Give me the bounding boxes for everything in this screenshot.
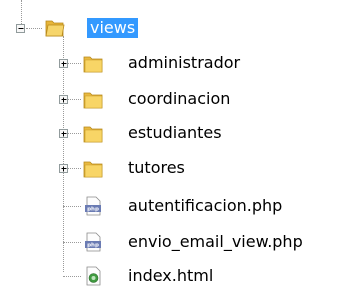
tree-item-label-coordinacion[interactable]: coordinacion (128, 89, 230, 109)
expand-toggle-tutores[interactable] (59, 164, 68, 173)
svg-text:php: php (87, 243, 99, 249)
tree-item-label-administrador[interactable]: administrador (128, 53, 240, 73)
folder-icon (83, 126, 103, 143)
html-file-icon (86, 266, 101, 286)
tree-branch-root (26, 28, 42, 29)
folder-open-icon (45, 20, 65, 37)
tree-item-label-index-html[interactable]: index.html (128, 266, 213, 286)
expand-toggle-coordinacion[interactable] (59, 95, 68, 104)
tree-guide-children (63, 36, 64, 272)
tree-branch (63, 242, 81, 243)
expand-toggle-administrador[interactable] (59, 59, 68, 68)
tree-item-label-tutores[interactable]: tutores (128, 158, 185, 178)
folder-icon (83, 92, 103, 109)
svg-text:php: php (87, 207, 99, 213)
tree-branch (63, 276, 81, 277)
tree-item-label-views[interactable]: views (87, 18, 139, 38)
tree-item-label-autentificacion-php[interactable]: autentificacion.php (128, 196, 282, 216)
folder-icon (83, 56, 103, 73)
tree-item-label-envio-email-view-php[interactable]: envio_email_view.php (128, 232, 303, 252)
expand-toggle-estudiantes[interactable] (59, 129, 68, 138)
tree-branch (63, 206, 81, 207)
tree-item-label-estudiantes[interactable]: estudiantes (128, 123, 222, 143)
file-tree: views administrador coordinacion estudiant… (0, 0, 346, 299)
php-file-icon: php (85, 232, 101, 252)
folder-icon (83, 161, 103, 178)
collapse-toggle-views[interactable] (16, 24, 25, 33)
php-file-icon: php (85, 196, 101, 216)
